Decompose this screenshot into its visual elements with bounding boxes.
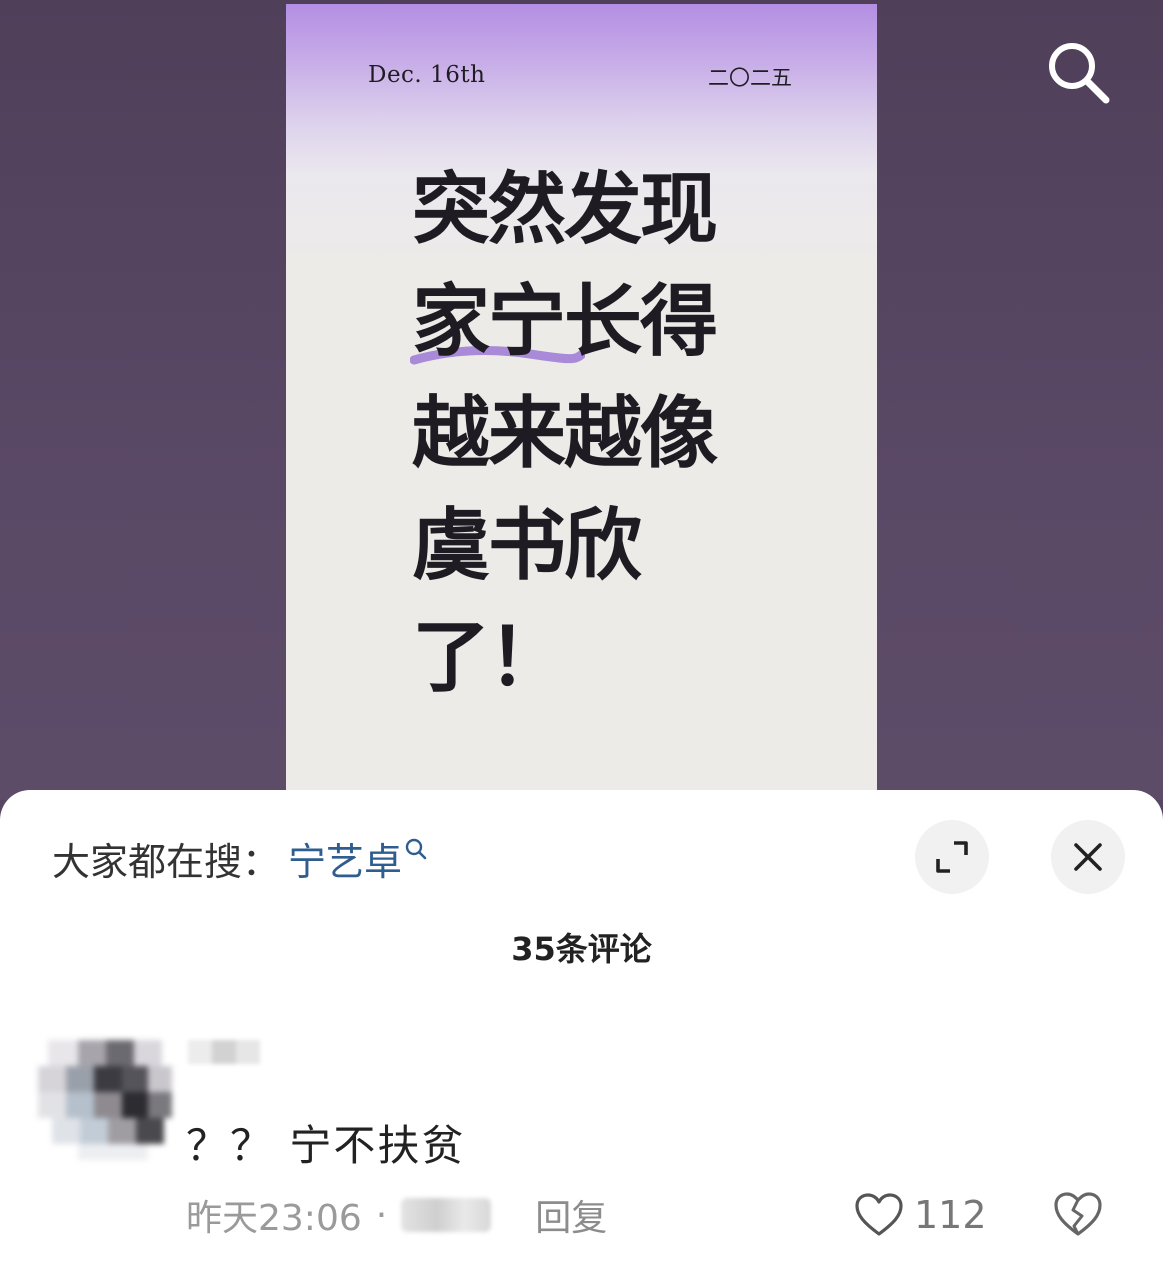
post-headline: 突然发现 家宁长得 越来越像 虞书欣 了！	[410, 154, 832, 714]
broken-heart-icon	[1054, 1192, 1102, 1236]
location-blurred	[401, 1198, 492, 1232]
reply-button[interactable]: 回复	[535, 1189, 607, 1241]
headline-line-text: 家宁长得	[412, 277, 718, 367]
post-year: 二〇二五	[708, 66, 792, 90]
like-button[interactable]: 112	[854, 1188, 987, 1242]
search-button[interactable]	[1040, 34, 1116, 110]
username-blurred[interactable]	[188, 1040, 260, 1088]
headline-line: 虞书欣	[412, 501, 642, 591]
headline-line: 了！	[412, 613, 566, 703]
heart-icon	[855, 1193, 903, 1236]
search-icon	[405, 838, 427, 860]
headline-line: 越来越像	[412, 389, 718, 479]
comment-count: 35条评论	[511, 930, 652, 968]
headline-line-highlighted: 家宁长得	[410, 266, 832, 378]
expand-button[interactable]	[915, 820, 989, 894]
post-date: Dec. 16th	[368, 62, 486, 88]
close-icon	[1074, 843, 1102, 871]
avatar[interactable]	[38, 1040, 172, 1160]
post-image[interactable]: Dec. 16th 二〇二五 突然发现 家宁长得 越来越像 虞书欣 了！	[286, 4, 877, 794]
meta-separator: ·	[375, 1194, 388, 1236]
close-button[interactable]	[1051, 820, 1125, 894]
expand-icon	[936, 841, 968, 873]
like-count: 112	[914, 1193, 987, 1237]
comment-meta: 昨天23:06 · 回复	[186, 1190, 607, 1240]
headline-line: 突然发现	[412, 165, 718, 255]
trending-label: 大家都在搜：	[52, 839, 281, 884]
search-icon	[1049, 43, 1110, 104]
comment-time: 昨天23:06	[186, 1198, 362, 1239]
comment-text: ？？ 宁不扶贫	[186, 1121, 466, 1170]
trending-search-bar: 大家都在搜： 宁艺卓	[52, 830, 428, 886]
trending-keyword-link[interactable]: 宁艺卓	[288, 831, 402, 886]
dislike-button[interactable]	[1052, 1190, 1104, 1240]
